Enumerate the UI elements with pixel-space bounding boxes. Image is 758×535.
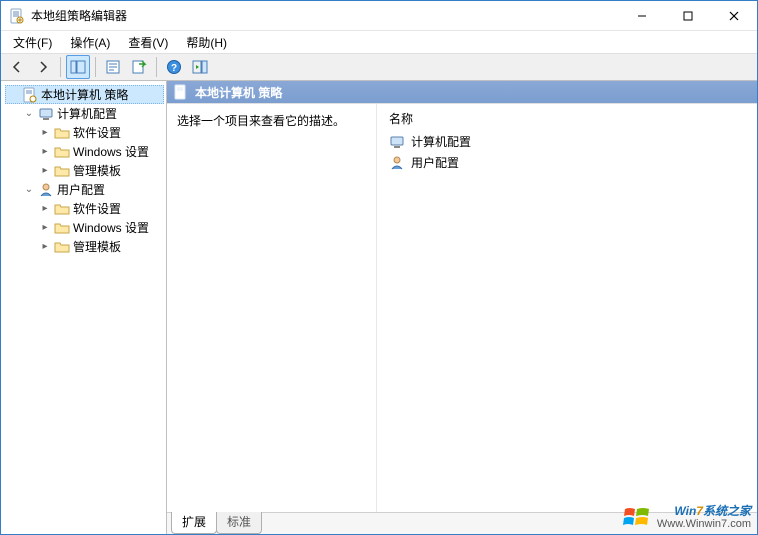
folder-icon [54, 144, 70, 160]
menu-help[interactable]: 帮助(H) [178, 32, 235, 53]
content-header: 本地计算机 策略 [167, 81, 757, 103]
tree-label: Windows 设置 [73, 219, 149, 236]
folder-icon [54, 239, 70, 255]
show-tree-button[interactable] [66, 55, 90, 79]
user-icon [38, 182, 54, 198]
policy-icon [173, 84, 189, 100]
list-item-label: 计算机配置 [411, 133, 471, 150]
properties-button[interactable] [101, 55, 125, 79]
tree-software-settings[interactable]: ▸ 软件设置 [37, 199, 164, 218]
tree-windows-settings[interactable]: ▸ Windows 设置 [37, 218, 164, 237]
content-pane: 本地计算机 策略 选择一个项目来查看它的描述。 名称 计算机配置 用户配 [167, 81, 757, 534]
toolbar-separator [156, 57, 157, 77]
watermark-url: Www.Winwin7.com [657, 518, 751, 530]
tree-label: 软件设置 [73, 124, 121, 141]
titlebar: 本地组策略编辑器 [1, 1, 757, 31]
folder-icon [54, 125, 70, 141]
tree-label: 管理模板 [73, 162, 121, 179]
export-button[interactable] [127, 55, 151, 79]
content-header-title: 本地计算机 策略 [195, 84, 282, 101]
tree-windows-settings[interactable]: ▸ Windows 设置 [37, 142, 164, 161]
menu-action[interactable]: 操作(A) [62, 32, 118, 53]
list-column: 名称 计算机配置 用户配置 [377, 104, 757, 512]
menubar: 文件(F) 操作(A) 查看(V) 帮助(H) [1, 31, 757, 53]
column-header-name[interactable]: 名称 [385, 108, 749, 131]
expander-icon[interactable]: ▸ [39, 127, 51, 139]
expander-icon[interactable]: ▸ [39, 146, 51, 158]
expander-icon[interactable]: ⌄ [23, 108, 35, 120]
tab-standard[interactable]: 标准 [216, 512, 262, 534]
app-icon [9, 8, 25, 24]
tree-label: 计算机配置 [57, 105, 117, 122]
tree-label: 管理模板 [73, 238, 121, 255]
description-prompt: 选择一个项目来查看它的描述。 [177, 112, 366, 129]
tree-label: 软件设置 [73, 200, 121, 217]
svg-text:?: ? [171, 63, 177, 74]
list-item-user-config[interactable]: 用户配置 [385, 152, 749, 173]
expander-icon[interactable]: ⌄ [23, 184, 35, 196]
tree-label: 用户配置 [57, 181, 105, 198]
action-pane-button[interactable] [188, 55, 212, 79]
menu-view[interactable]: 查看(V) [120, 32, 176, 53]
workspace: ▸ 本地计算机 策略 ⌄ 计算机配置 [1, 81, 757, 534]
tree-user-config[interactable]: ⌄ 用户配置 [21, 180, 164, 199]
back-button[interactable] [5, 55, 29, 79]
policy-icon [22, 87, 38, 103]
list-item-computer-config[interactable]: 计算机配置 [385, 131, 749, 152]
tree-label: 本地计算机 策略 [41, 86, 128, 103]
tree-label: Windows 设置 [73, 143, 149, 160]
expander-icon[interactable]: ▸ [39, 203, 51, 215]
minimize-button[interactable] [619, 1, 665, 31]
folder-icon [54, 201, 70, 217]
tree-admin-templates[interactable]: ▸ 管理模板 [37, 237, 164, 256]
expander-icon[interactable]: ▸ [39, 222, 51, 234]
tree-computer-config[interactable]: ⌄ 计算机配置 [21, 104, 164, 123]
close-button[interactable] [711, 1, 757, 31]
computer-icon [38, 106, 54, 122]
tree-pane: ▸ 本地计算机 策略 ⌄ 计算机配置 [1, 81, 167, 534]
tree-root[interactable]: ▸ 本地计算机 策略 [5, 85, 164, 104]
tab-extended[interactable]: 扩展 [171, 512, 217, 534]
toolbar: ? [1, 53, 757, 81]
user-icon [389, 155, 405, 171]
tree-software-settings[interactable]: ▸ 软件设置 [37, 123, 164, 142]
expander-icon[interactable]: ▸ [39, 165, 51, 177]
tree-admin-templates[interactable]: ▸ 管理模板 [37, 161, 164, 180]
folder-icon [54, 220, 70, 236]
forward-button[interactable] [31, 55, 55, 79]
window-title: 本地组策略编辑器 [31, 7, 127, 24]
expander-icon[interactable]: ▸ [39, 241, 51, 253]
toolbar-separator [60, 57, 61, 77]
menu-file[interactable]: 文件(F) [5, 32, 60, 53]
content-body: 选择一个项目来查看它的描述。 名称 计算机配置 用户配置 [167, 103, 757, 512]
maximize-button[interactable] [665, 1, 711, 31]
bottom-tabs: 扩展 标准 Win7系统之家 Www.Winwin7.com [167, 512, 757, 534]
description-column: 选择一个项目来查看它的描述。 [167, 104, 377, 512]
help-button[interactable]: ? [162, 55, 186, 79]
computer-icon [389, 134, 405, 150]
list-item-label: 用户配置 [411, 154, 459, 171]
toolbar-separator [95, 57, 96, 77]
folder-icon [54, 163, 70, 179]
